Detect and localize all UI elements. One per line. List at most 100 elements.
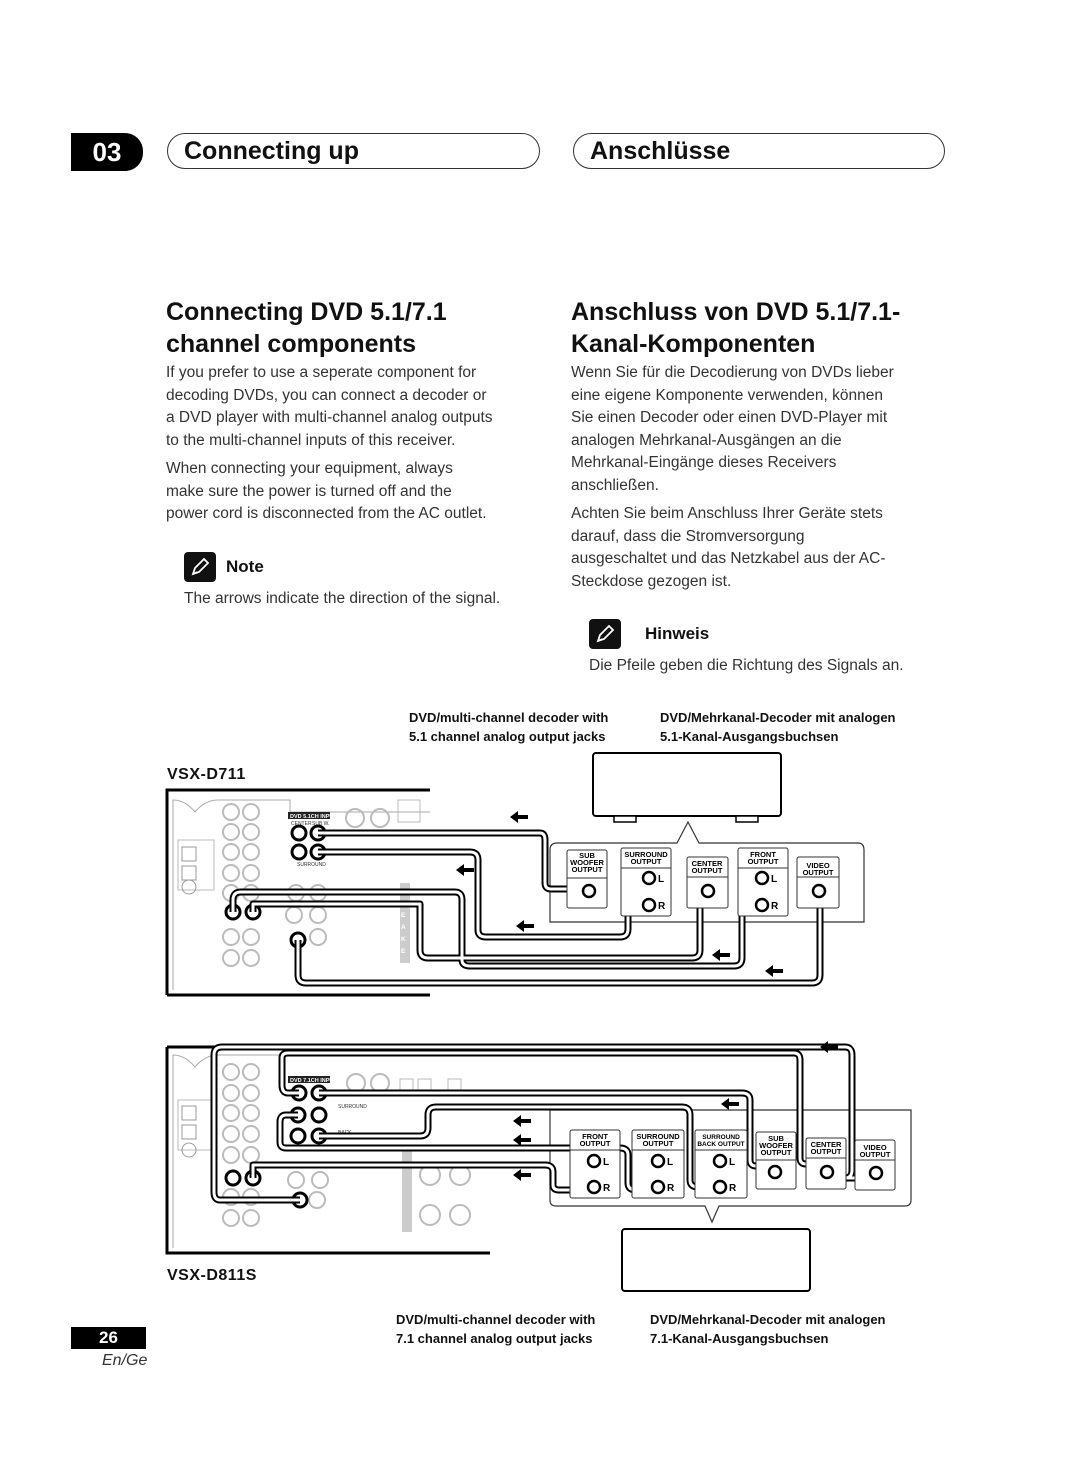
arrow-left-icon <box>721 1098 739 1110</box>
arrow-left-icon <box>456 864 474 876</box>
heading-en-line: Connecting DVD 5.1/7.1 <box>166 298 447 326</box>
output-video: VIDEO OUTPUT <box>854 1139 896 1191</box>
text-line: Steckdose gezogen ist. <box>571 572 732 590</box>
jack-label: L <box>729 1157 735 1168</box>
pencil-icon <box>184 551 216 582</box>
jack-label: R <box>771 901 779 912</box>
output-label: OUTPUT <box>692 866 723 875</box>
caption-line: 5.1 channel analog output jacks <box>409 729 606 744</box>
caption-line: DVD/Mehrkanal-Decoder mit analogen <box>660 710 896 725</box>
arrow-left-icon <box>513 1115 531 1127</box>
text-line: anschließen. <box>571 476 659 494</box>
text-line: ausgeschaltet und das Netzkabel aus der … <box>571 550 886 567</box>
caption-line: 7.1-Kanal-Ausgangsbuchsen <box>650 1331 829 1346</box>
caption-line: DVD/multi-channel decoder with <box>409 710 609 725</box>
english-column: Connecting DVD 5.1/7.1 channel component… <box>166 296 556 610</box>
text-line: When connecting your equipment, always <box>166 460 453 477</box>
caption-line: 7.1 channel analog output jacks <box>396 1331 593 1346</box>
jack-label: R <box>603 1183 611 1194</box>
page-number: 26 <box>71 1327 146 1349</box>
output-surround-back: SURROUND BACK OUTPUT L R <box>694 1129 748 1199</box>
german-column: Anschluss von DVD 5.1/7.1- Kanal-Kompone… <box>571 296 961 678</box>
output-center: CENTER OUTPUT <box>805 1137 847 1190</box>
text-line: Mehrkanal-Eingänge dieses Receivers <box>571 454 837 471</box>
output-panel-bottom: FRONT OUTPUT L R SURROUND OUTPUT L R SUR… <box>569 1129 896 1199</box>
note-header-de: Hinweis <box>589 619 961 649</box>
section-title-en: Connecting up <box>167 133 540 169</box>
note-title-en: Note <box>226 556 264 576</box>
note-title-de: Hinweis <box>645 624 710 643</box>
output-front: FRONT OUTPUT L R <box>569 1129 621 1199</box>
text-line: decoding DVDs, you can connect a decoder… <box>166 386 487 404</box>
section-title-en-text: Connecting up <box>184 136 359 165</box>
output-center: CENTER OUTPUT <box>686 856 729 909</box>
heading-en-line: channel components <box>166 330 417 358</box>
connection-diagram-7-1: DVD 7.1CH INPUT SURROUND BACK FRONT OUTP… <box>165 1041 912 1292</box>
heading-de-line: Kanal-Komponenten <box>571 330 816 358</box>
caption-line: DVD/multi-channel decoder with <box>396 1312 596 1327</box>
jack-label: L <box>667 1157 673 1168</box>
surround-label: SURROUND <box>297 862 326 868</box>
text-line: Sie einen Decoder oder einen DVD-Player … <box>571 409 888 426</box>
output-label: OUTPUT <box>748 857 779 866</box>
caption-top-de: DVD/Mehrkanal-Decoder mit analogen 5.1-K… <box>660 708 896 746</box>
text-line: make sure the power is turned off and th… <box>166 482 452 500</box>
heading-de: Anschluss von DVD 5.1/7.1- Kanal-Kompone… <box>571 296 961 360</box>
text-line: Achten Sie beim Anschluss Ihrer Geräte s… <box>571 505 883 522</box>
heading-de-line: Anschluss von DVD 5.1/7.1- <box>571 298 901 326</box>
text-line: darauf, dass die Stromversorgung <box>571 527 805 545</box>
paragraph-en-1: If you prefer to use a seperate componen… <box>166 362 556 452</box>
output-subwoofer: SUB WOOFER OUTPUT <box>566 849 608 909</box>
paragraph-de-2: Achten Sie beim Anschluss Ihrer Geräte s… <box>571 503 961 593</box>
jack-label: L <box>658 874 664 885</box>
svg-text:E: E <box>401 912 406 919</box>
section-title-de: Anschlüsse <box>573 133 945 169</box>
language-code: En/Ge <box>102 1352 148 1369</box>
note-header-en: Note <box>184 551 556 582</box>
jack-label: L <box>603 1157 609 1168</box>
output-label: OUTPUT <box>643 1139 674 1148</box>
caption-line: 5.1-Kanal-Ausgangsbuchsen <box>660 729 839 744</box>
text-line: eine eigene Komponente verwenden, können <box>571 386 883 404</box>
paragraph-en-2: When connecting your equipment, always m… <box>166 458 556 526</box>
caption-line: DVD/Mehrkanal-Decoder mit analogen <box>650 1312 886 1327</box>
jack-label: R <box>729 1183 737 1194</box>
text-line: Wenn Sie für die Decodierung von DVDs li… <box>571 364 894 381</box>
caption-bottom-de: DVD/Mehrkanal-Decoder mit analogen 7.1-K… <box>650 1310 886 1348</box>
output-label: OUTPUT <box>811 1147 842 1156</box>
output-front: FRONT OUTPUT L R <box>737 847 789 917</box>
output-label: OUTPUT <box>860 1150 891 1159</box>
caption-top-en: DVD/multi-channel decoder with 5.1 chann… <box>409 708 608 746</box>
heading-en: Connecting DVD 5.1/7.1 channel component… <box>166 296 556 360</box>
text-line: power cord is disconnected from the AC o… <box>166 505 487 522</box>
section-title-de-text: Anschlüsse <box>590 136 731 165</box>
arrow-left-icon <box>510 811 528 823</box>
svg-text:E: E <box>401 948 406 955</box>
jack-label: L <box>771 874 777 885</box>
arrow-left-icon <box>820 1041 838 1053</box>
text-line: If you prefer to use a seperate componen… <box>166 364 477 381</box>
input-header-label: DVD 7.1CH INPUT <box>290 1078 337 1084</box>
connection-diagram-5-1: SPEAKE DVD 5.1CH INPUT CENTER SUB W. SUR… <box>165 752 865 997</box>
output-video: VIDEO OUTPUT <box>796 856 840 909</box>
output-label: OUTPUT <box>803 868 834 877</box>
svg-text:A: A <box>401 924 406 931</box>
arrow-left-icon <box>712 949 730 961</box>
output-label: OUTPUT <box>580 1139 611 1148</box>
pencil-icon <box>589 619 621 649</box>
output-label: SURROUND <box>702 1134 740 1141</box>
output-label: OUTPUT <box>761 1148 792 1157</box>
arrow-left-icon <box>765 965 783 977</box>
arrow-left-icon <box>516 920 534 932</box>
text-line: a DVD player with multi-channel analog o… <box>166 409 493 426</box>
model-label-bottom: VSX-D811S <box>167 1267 257 1284</box>
output-surround: SURROUND OUTPUT L R <box>631 1129 685 1199</box>
caption-bottom-en: DVD/multi-channel decoder with 7.1 chann… <box>396 1310 595 1348</box>
input-header-label: DVD 5.1CH INPUT <box>290 814 337 820</box>
note-text-en: The arrows indicate the direction of the… <box>184 589 501 607</box>
arrow-left-icon <box>513 1134 531 1146</box>
arrow-left-icon <box>513 1169 531 1181</box>
svg-text:K: K <box>401 936 406 943</box>
surround-label: SURROUND <box>338 1104 367 1110</box>
text-line: to the multi-channel inputs of this rece… <box>166 431 456 449</box>
